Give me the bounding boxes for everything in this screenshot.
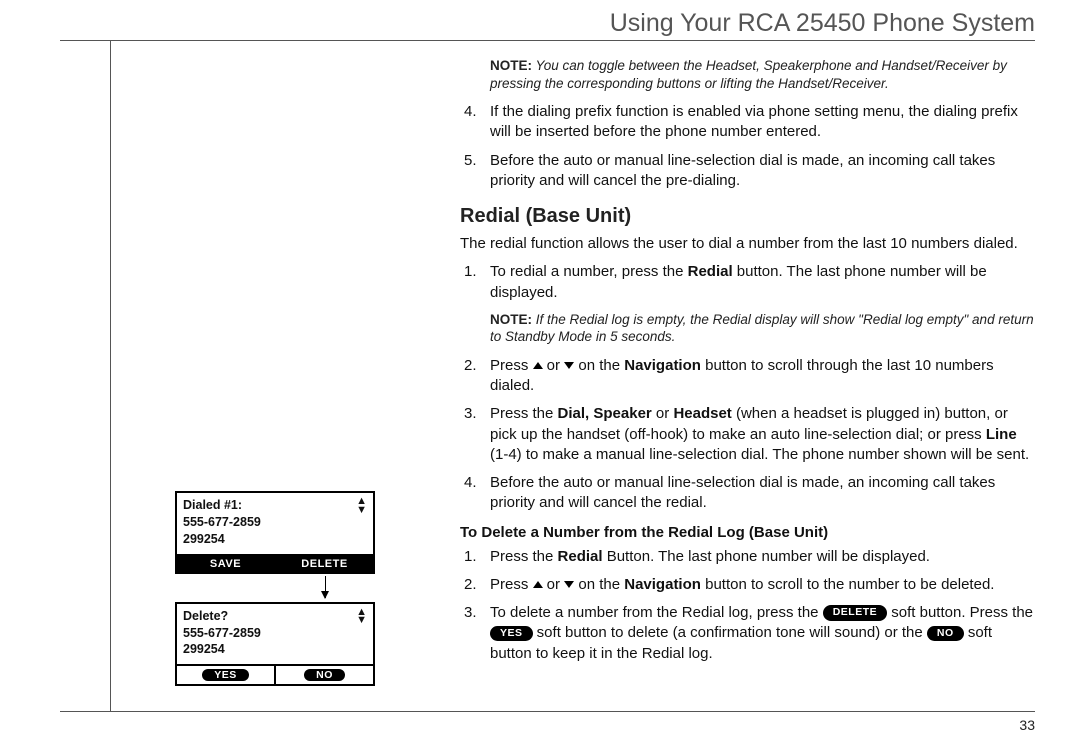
softkey-save: SAVE bbox=[177, 556, 274, 572]
down-arrow-icon bbox=[564, 581, 574, 588]
softkey-no: NO bbox=[274, 666, 373, 684]
redial-step-2: 2. Press or on the Navigation button to … bbox=[460, 356, 1035, 397]
step-5: 5.Before the auto or manual line-selecti… bbox=[460, 151, 1035, 192]
lcd-line: 555-677-2859 bbox=[183, 514, 367, 531]
delete-step-2: 2. Press or on the Navigation button to … bbox=[460, 575, 1035, 595]
lcd-line: 299254 bbox=[183, 531, 367, 548]
redial-note: NOTE: If the Redial log is empty, the Re… bbox=[490, 311, 1035, 346]
redial-steps-cont: 2. Press or on the Navigation button to … bbox=[460, 356, 1035, 514]
page-title: Using Your RCA 25450 Phone System bbox=[610, 9, 1035, 38]
redial-step-1: 1. To redial a number, press the Redial … bbox=[460, 262, 1035, 303]
up-arrow-icon bbox=[533, 581, 543, 588]
down-arrow-icon bbox=[564, 362, 574, 369]
arrow-down-icon bbox=[325, 576, 326, 598]
redial-step-4: 4.Before the auto or manual line-selecti… bbox=[460, 473, 1035, 514]
delete-step-1: 1. Press the Redial Button. The last pho… bbox=[460, 547, 1035, 567]
step-4: 4.If the dialing prefix function is enab… bbox=[460, 102, 1035, 143]
softkey-yes: YES bbox=[177, 666, 274, 684]
delete-steps: 1. Press the Redial Button. The last pho… bbox=[460, 547, 1035, 664]
softkey-delete: DELETE bbox=[274, 556, 373, 572]
redial-intro: The redial function allows the user to d… bbox=[460, 234, 1035, 254]
no-pill-icon: NO bbox=[927, 626, 964, 642]
lcd-dialed: ▲▼ Dialed #1: 555-677-2859 299254 SAVE D… bbox=[175, 491, 375, 574]
redial-steps: 1. To redial a number, press the Redial … bbox=[460, 262, 1035, 303]
lcd-line: Delete? bbox=[183, 608, 367, 625]
lcd-line: Dialed #1: bbox=[183, 497, 367, 514]
vertical-rule bbox=[110, 41, 111, 711]
up-arrow-icon bbox=[533, 362, 543, 369]
delete-step-3: 3. To delete a number from the Redial lo… bbox=[460, 603, 1035, 664]
lcd-illustrations: ▲▼ Dialed #1: 555-677-2859 299254 SAVE D… bbox=[175, 491, 375, 686]
scroll-indicator-icon: ▲▼ bbox=[356, 497, 367, 515]
delete-pill-icon: DELETE bbox=[823, 605, 887, 621]
top-steps: 4.If the dialing prefix function is enab… bbox=[460, 102, 1035, 191]
lcd-line: 299254 bbox=[183, 641, 367, 658]
lcd-delete-confirm: ▲▼ Delete? 555-677-2859 299254 YES NO bbox=[175, 602, 375, 687]
note-top: NOTE: You can toggle between the Headset… bbox=[490, 57, 1035, 92]
page-number: 33 bbox=[1019, 717, 1035, 733]
heading-delete: To Delete a Number from the Redial Log (… bbox=[460, 524, 1035, 541]
page-frame: Using Your RCA 25450 Phone System ▲▼ Dia… bbox=[60, 40, 1035, 712]
body-content: NOTE: You can toggle between the Headset… bbox=[460, 57, 1035, 672]
scroll-indicator-icon: ▲▼ bbox=[356, 608, 367, 626]
heading-redial: Redial (Base Unit) bbox=[460, 205, 1035, 228]
yes-pill-icon: YES bbox=[490, 626, 533, 642]
lcd-line: 555-677-2859 bbox=[183, 625, 367, 642]
redial-step-3: 3. Press the Dial, Speaker or Headset (w… bbox=[460, 404, 1035, 465]
